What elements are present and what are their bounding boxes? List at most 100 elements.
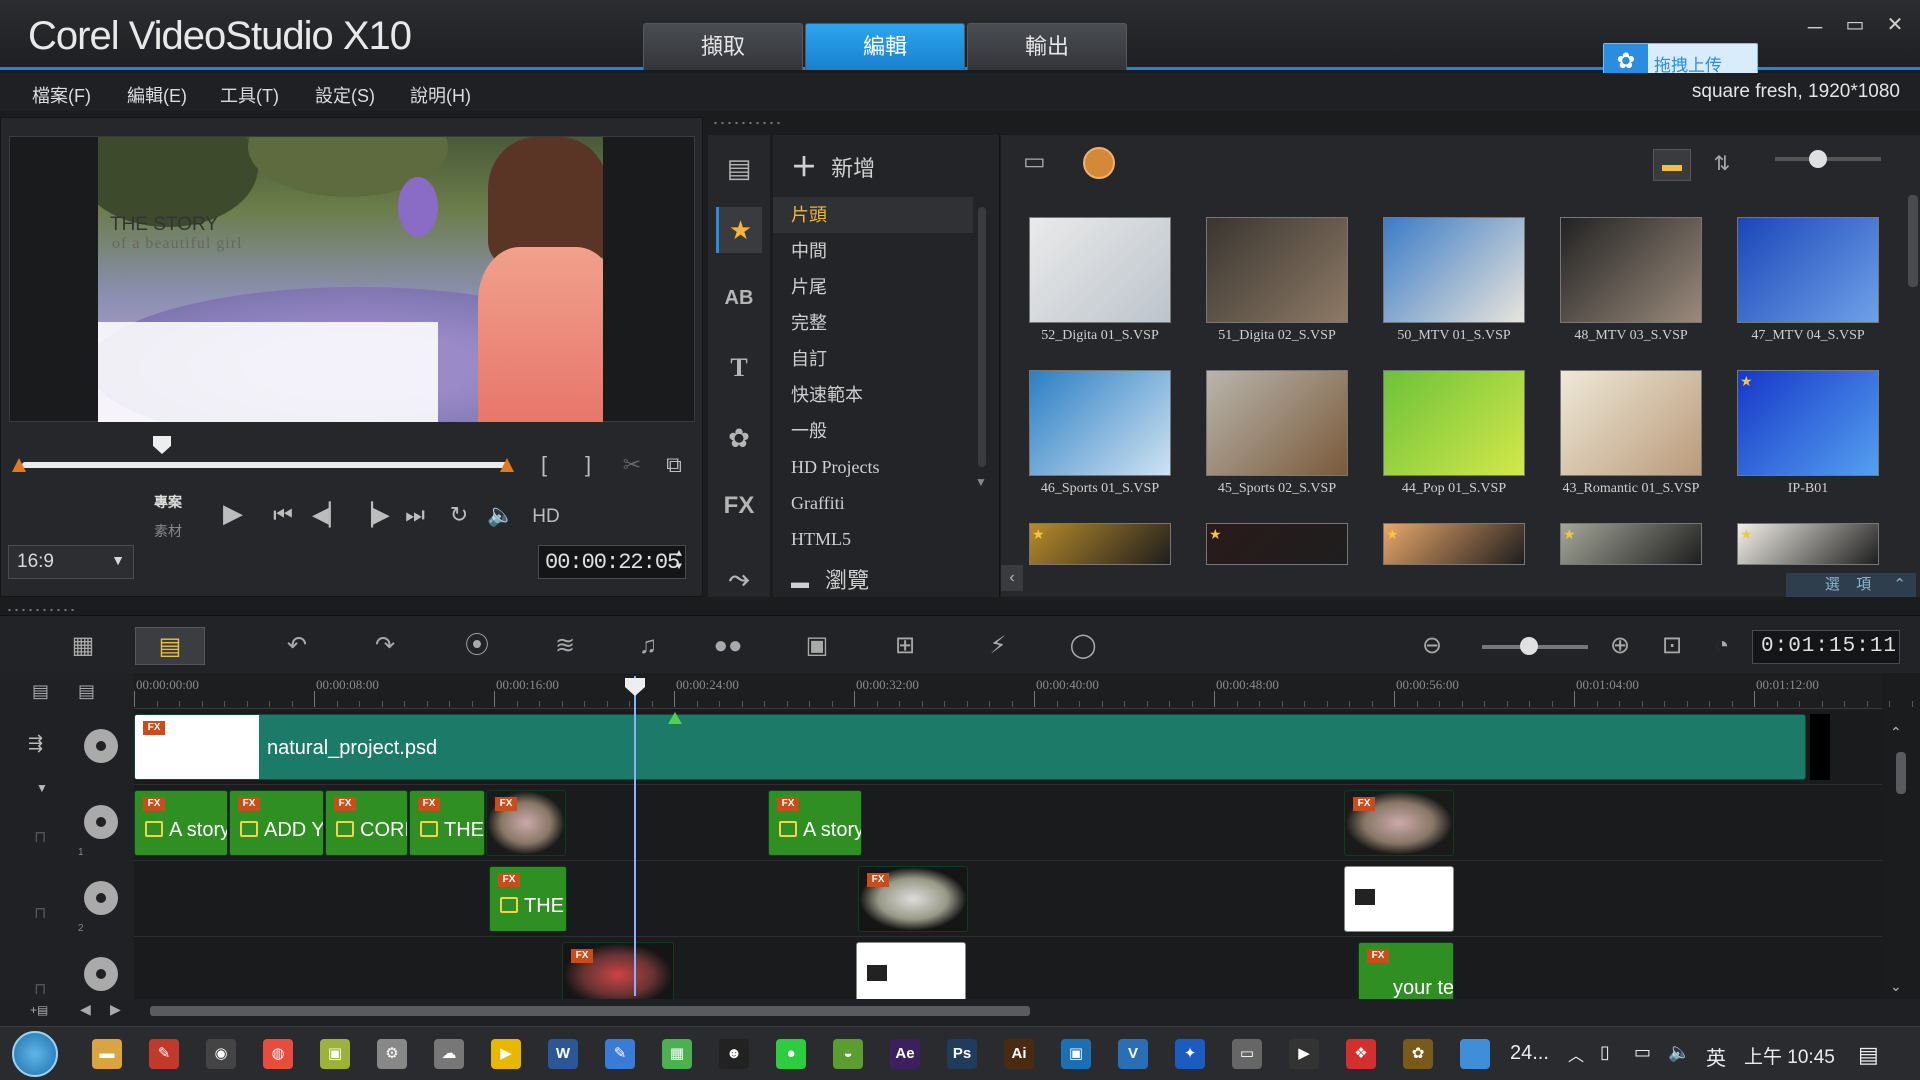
collapse-left-icon[interactable]: ‹ — [1001, 565, 1023, 591]
track-lock-icon[interactable]: ⊓ — [34, 827, 46, 847]
category-scrollbar[interactable] — [978, 207, 986, 467]
thumbnail-scrollbar[interactable] — [1908, 195, 1918, 287]
taskbar-app-icon[interactable] — [1460, 1039, 1490, 1069]
video-clip[interactable]: FX natural_project.psd — [134, 714, 1806, 780]
taskbar-app-icon[interactable]: Ae — [890, 1039, 920, 1069]
photo-clip[interactable]: FX — [858, 866, 968, 932]
template-thumbnail[interactable]: 52_Digita 01_S.VSP — [1015, 203, 1185, 353]
taskbar-app-icon[interactable]: ✦ — [1175, 1039, 1205, 1069]
template-thumbnail[interactable]: ★ IP-B01 — [1723, 356, 1893, 506]
horizontal-scrollbar[interactable] — [150, 1006, 1030, 1016]
title-clip[interactable]: FX THE — [489, 866, 567, 932]
overlay-track-icon[interactable] — [84, 805, 118, 839]
online-content-icon[interactable] — [1083, 147, 1115, 179]
taskbar-app-icon[interactable]: Ps — [947, 1039, 977, 1069]
taskbar-app-icon[interactable]: ▣ — [320, 1039, 350, 1069]
menu-file[interactable]: 檔案(F) — [32, 82, 91, 108]
taskbar-app-icon[interactable]: ● — [776, 1039, 806, 1069]
media-icon[interactable]: ▤ — [716, 145, 762, 191]
sound-mixer-icon[interactable]: ≋ — [530, 627, 600, 665]
motion-tracking-icon[interactable]: ●● — [693, 627, 763, 665]
redo-icon[interactable]: ↷ — [350, 627, 420, 665]
track-lock-icon[interactable]: ⊓ — [34, 903, 46, 923]
panel-grip[interactable] — [6, 607, 76, 613]
menu-tools[interactable]: 工具(T) — [220, 82, 279, 108]
taskbar-app-icon[interactable]: ☁ — [434, 1039, 464, 1069]
previous-frame-icon[interactable]: ◀▏ — [312, 502, 346, 528]
record-capture-icon[interactable]: ⦿ — [442, 627, 512, 665]
scroll-right-icon[interactable]: ▶ — [110, 1001, 121, 1018]
play-icon[interactable]: ▶ — [216, 498, 250, 529]
taskbar-app-icon[interactable]: ◉ — [206, 1039, 236, 1069]
thumbnail-size-slider[interactable] — [1775, 157, 1881, 161]
volume-icon[interactable]: 🔈 — [1668, 1042, 1690, 1063]
mode-clip-label[interactable]: 素材 — [154, 521, 182, 541]
go-to-end-icon[interactable]: ⏭ — [400, 502, 430, 528]
taskbar-app-icon[interactable]: ▦ — [662, 1039, 692, 1069]
close-button[interactable]: ✕ — [1880, 12, 1910, 37]
list-view-icon[interactable]: ▬ — [1653, 149, 1691, 181]
taskbar-app-icon[interactable]: Ai — [1004, 1039, 1034, 1069]
menu-settings[interactable]: 設定(S) — [315, 82, 375, 108]
instant-project-icon[interactable]: ★ — [716, 207, 762, 253]
zoom-out-icon[interactable]: ⊖ — [1412, 627, 1452, 665]
taskbar-app-icon[interactable]: ◒ — [833, 1039, 863, 1069]
fit-project-icon[interactable]: ⊡ — [1652, 627, 1692, 665]
category-item[interactable]: HD Projects — [773, 449, 973, 485]
title-clip[interactable]: FX your te — [1358, 942, 1454, 999]
template-thumbnail[interactable]: 50_MTV 01_S.VSP — [1369, 203, 1539, 353]
category-item[interactable]: 片尾 — [773, 269, 973, 305]
scroll-left-icon[interactable]: ◀ — [80, 1001, 91, 1018]
template-thumbnail[interactable]: 46_Sports 01_S.VSP — [1015, 356, 1185, 506]
scroll-down-icon[interactable]: ⌄ — [1890, 978, 1902, 995]
playhead-line[interactable] — [634, 676, 636, 996]
next-frame-icon[interactable]: ▕▶ — [356, 502, 390, 528]
taskbar-app-icon[interactable]: ▬ — [92, 1039, 122, 1069]
taskbar-app-icon[interactable]: W — [548, 1039, 578, 1069]
category-item[interactable]: 快速範本 — [773, 377, 973, 413]
subtitle-editor-icon[interactable]: ▣ — [782, 627, 852, 665]
mask-creator-icon[interactable]: ◯ — [1048, 627, 1118, 665]
sort-icon[interactable]: ⇅ — [1703, 149, 1741, 181]
undo-icon[interactable]: ↶ — [262, 627, 332, 665]
graphics-icon[interactable]: ✿ — [716, 415, 762, 461]
hd-toggle[interactable]: HD — [526, 506, 566, 528]
split-clip-icon[interactable]: ✂ — [618, 452, 646, 478]
template-thumbnail[interactable]: 47_MTV 04_S.VSP — [1723, 203, 1893, 353]
scrubber-track[interactable] — [22, 462, 508, 468]
title-clip[interactable]: FX ADD Y — [229, 790, 324, 856]
menu-help[interactable]: 說明(H) — [410, 82, 471, 108]
notification-icon[interactable]: ▤ — [1858, 1042, 1879, 1068]
start-button[interactable] — [12, 1031, 58, 1077]
path-icon[interactable]: ⤳ — [716, 555, 762, 595]
taskbar-app-icon[interactable]: ❖ — [1346, 1039, 1376, 1069]
tab-capture[interactable]: 擷取 — [643, 23, 803, 70]
mode-project-label[interactable]: 專案 — [154, 492, 182, 512]
template-thumbnail[interactable]: 45_Sports 02_S.VSP — [1192, 356, 1362, 506]
taskbar-app-icon[interactable]: ▭ — [1232, 1039, 1262, 1069]
title-clip[interactable]: FX THE — [409, 790, 485, 856]
template-thumbnail[interactable]: 51_Digita 02_S.VSP — [1192, 203, 1362, 353]
category-item[interactable]: Graffiti — [773, 485, 973, 521]
overlay-track-2[interactable] — [134, 861, 1882, 937]
category-item[interactable]: 完整 — [773, 305, 973, 341]
maximize-button[interactable]: ▭ — [1840, 12, 1870, 37]
title-icon[interactable]: T — [716, 345, 762, 391]
volume-icon[interactable]: 🔈 — [486, 502, 516, 528]
title-clip[interactable]: FX A story — [768, 790, 862, 856]
taskbar-app-icon[interactable]: ▶ — [1289, 1039, 1319, 1069]
photo-clip[interactable]: FX — [486, 790, 566, 856]
taskbar-app-icon[interactable]: ⚙ — [377, 1039, 407, 1069]
duration-clock-icon[interactable]: ◔ — [1702, 627, 1742, 665]
go-to-start-icon[interactable]: ⏮ — [268, 502, 298, 528]
image-clip[interactable] — [1344, 866, 1454, 932]
zoom-in-icon[interactable]: ⊕ — [1600, 627, 1640, 665]
category-item[interactable]: HTML5 — [773, 521, 973, 557]
template-thumbnail[interactable]: ★ — [1206, 523, 1348, 565]
category-item[interactable]: 自訂 — [773, 341, 973, 377]
menu-edit[interactable]: 編輯(E) — [127, 82, 187, 108]
network-icon[interactable]: ▭ — [1634, 1042, 1651, 1063]
title-clip[interactable]: FX A story — [134, 790, 228, 856]
image-clip[interactable] — [856, 942, 966, 999]
category-item[interactable]: 片頭 — [773, 197, 973, 233]
